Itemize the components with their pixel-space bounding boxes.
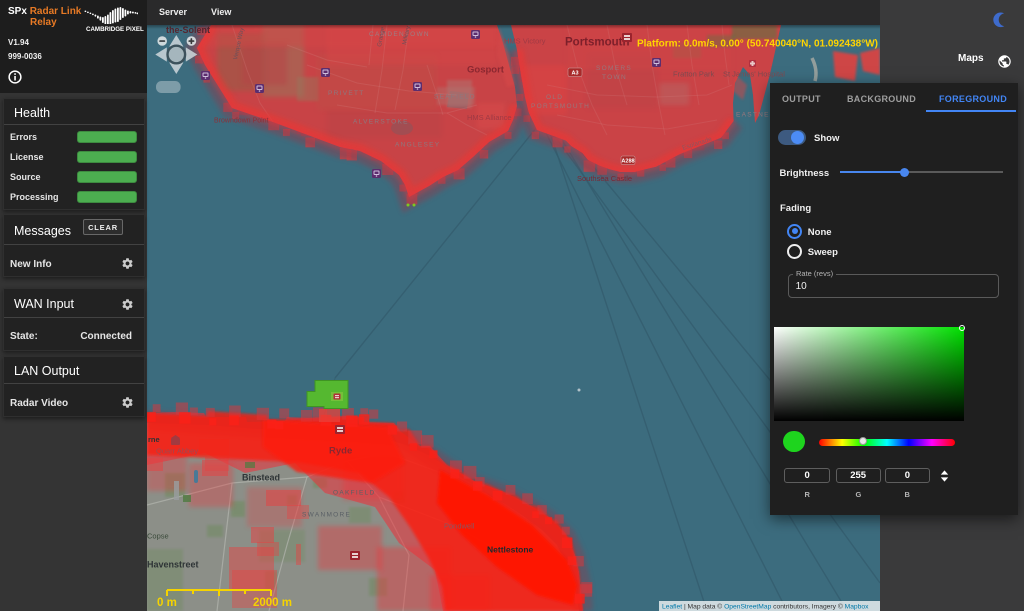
svg-text:Browndown Point: Browndown Point (214, 118, 269, 125)
svg-text:A288: A288 (621, 159, 634, 165)
svg-text:OAKFIELD: OAKFIELD (333, 490, 376, 497)
svg-text:Nettlestone: Nettlestone (487, 545, 534, 555)
svg-text:SOMERS: SOMERS (596, 65, 632, 72)
svg-text:0 m: 0 m (157, 597, 177, 609)
svg-text:Havenstreet: Havenstreet (147, 560, 199, 570)
svg-text:Gosport: Gosport (467, 65, 505, 76)
svg-text:Leaflet | Map data © OpenStree: Leaflet | Map data © OpenStreetMap contr… (662, 603, 869, 611)
svg-text:SWANMORE: SWANMORE (302, 512, 351, 519)
svg-text:Portsmouth: Portsmouth (565, 37, 630, 49)
svg-text:Fratton Park: Fratton Park (673, 70, 715, 79)
svg-text:ALVERSTOKE: ALVERSTOKE (353, 119, 409, 126)
svg-text:rne: rne (148, 435, 160, 444)
svg-text:HMS Alliance: HMS Alliance (467, 113, 512, 122)
svg-text:Copse: Copse (147, 532, 169, 541)
svg-text:Pondwell: Pondwell (444, 522, 475, 531)
svg-text:SEAFIELD: SEAFIELD (434, 94, 476, 101)
svg-text:2000 m: 2000 m (253, 597, 292, 609)
svg-text:ANGLESEY: ANGLESEY (395, 142, 440, 149)
svg-text:Ryde: Ryde (329, 446, 352, 457)
svg-text:PRIVETT: PRIVETT (328, 90, 365, 97)
svg-text:Binstead: Binstead (242, 473, 280, 483)
svg-text:TOWN: TOWN (602, 74, 627, 81)
svg-text:St James' Hospital: St James' Hospital (723, 70, 785, 79)
svg-text:OLD: OLD (546, 94, 563, 101)
svg-text:Quarr Abbey: Quarr Abbey (156, 447, 198, 456)
svg-text:Platform: 0.0m/s, 0.00° (50.74: Platform: 0.0m/s, 0.00° (50.740040°N, 01… (637, 39, 878, 50)
svg-text:PORTSMOUTH: PORTSMOUTH (531, 103, 590, 110)
svg-text:A3: A3 (571, 71, 578, 77)
svg-text:HMS Victory: HMS Victory (504, 37, 546, 46)
svg-text:Southsea Castle: Southsea Castle (577, 174, 632, 183)
